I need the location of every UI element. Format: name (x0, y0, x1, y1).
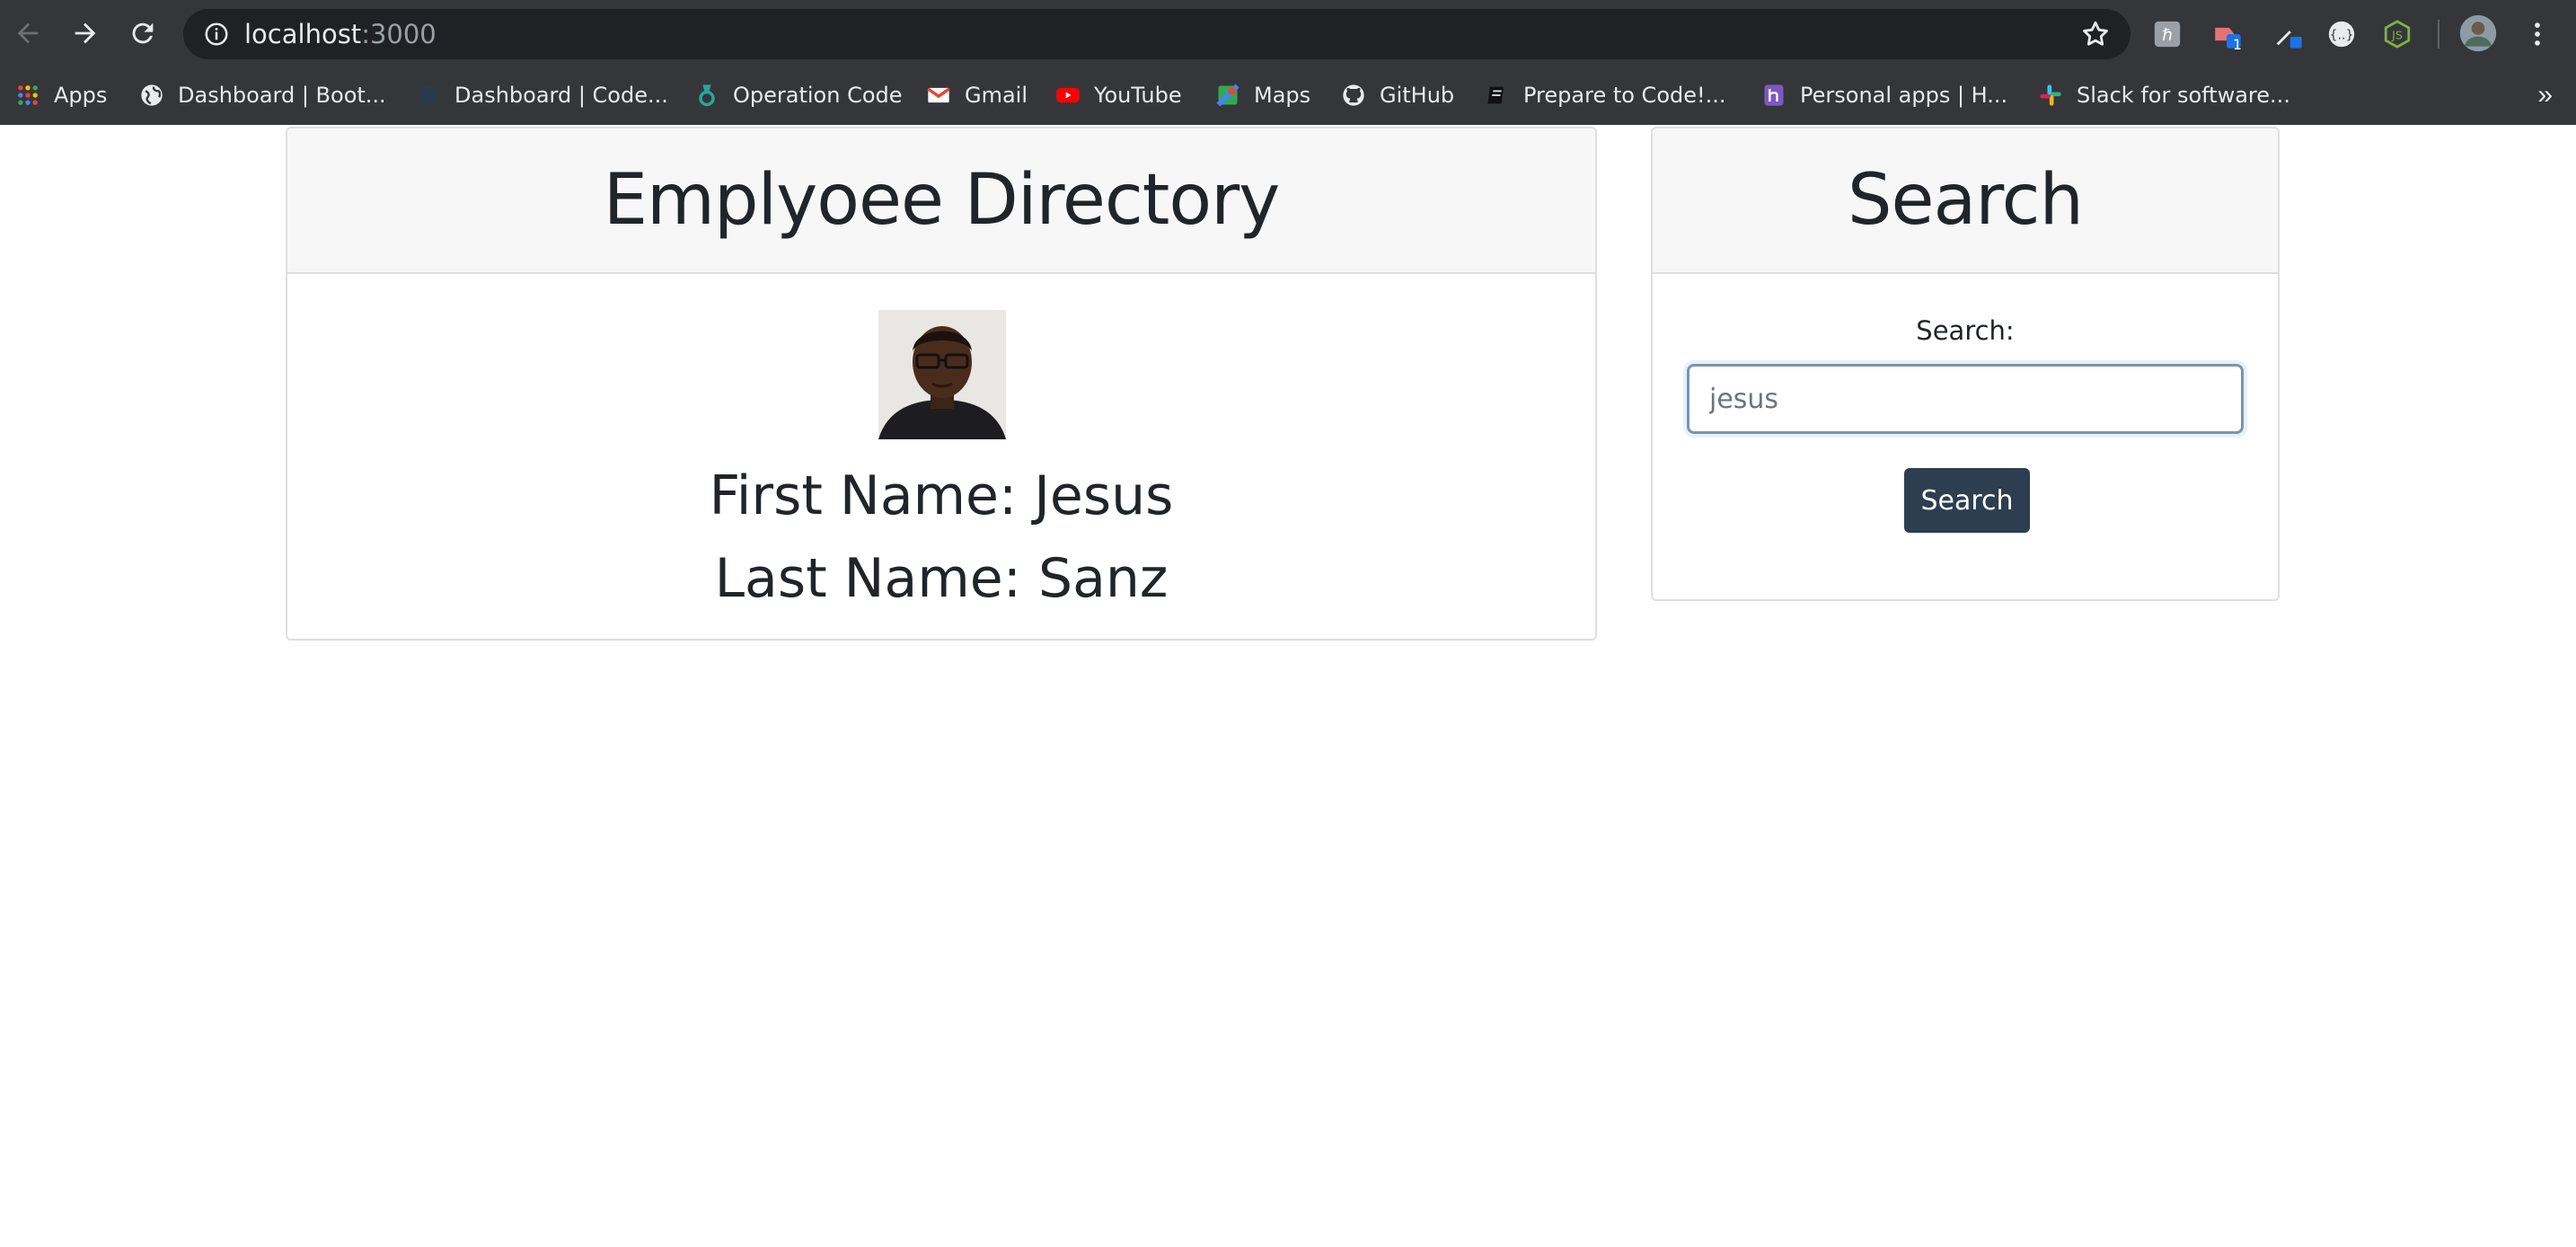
arrow-left-icon (17, 22, 39, 44)
bookmark-operation-code[interactable]: Operation Code (693, 75, 903, 115)
employee-photo (878, 310, 1006, 439)
arrow-right-icon (75, 22, 96, 44)
extension-hash-icon[interactable]: ℏ (2150, 17, 2184, 51)
bookmark-star-icon[interactable] (2080, 19, 2111, 49)
chrome-menu-icon[interactable] (2520, 17, 2554, 51)
extension-badge-count: 1 (2232, 36, 2242, 53)
search-button[interactable]: Search (1904, 468, 2030, 533)
youtube-icon (1054, 82, 1081, 109)
extension-eyedropper-icon[interactable] (2271, 17, 2305, 51)
nodejs-extension-icon[interactable]: JS (2380, 17, 2414, 51)
bookmark-dashboard-code[interactable]: Dashboard | Code... (415, 75, 668, 115)
svg-text:JS: JS (2391, 30, 2403, 43)
bookmark-dashboard-boot[interactable]: Dashboard | Boot... (138, 75, 386, 115)
gmail-icon (925, 82, 952, 109)
toolbar-divider (2438, 20, 2439, 49)
search-input[interactable] (1687, 364, 2244, 434)
search-label: Search: (1916, 315, 2015, 346)
address-bar[interactable]: localhost:3000 (183, 9, 2130, 59)
extension-circle-icon[interactable]: {..} (2325, 17, 2359, 51)
more-bookmarks-button[interactable]: » (2537, 75, 2553, 115)
bookmark-label: Dashboard | Code... (454, 83, 668, 108)
search-card: Search Search: Search (1651, 127, 2280, 601)
url-text: localhost:3000 (244, 19, 437, 49)
employee-first-name: First Name: Jesus (709, 464, 1174, 527)
bookmark-label: Personal apps | H... (1800, 83, 2008, 108)
browser-chrome: localhost:3000 ℏ 1 {..} JS Apps Dashboar… (0, 0, 2576, 125)
employee-directory-card: Emplyoee Directory First Name: Jesus Las… (286, 127, 1597, 641)
svg-text:{..}: {..} (2329, 29, 2353, 43)
bookmarks-bar: Apps Dashboard | Boot... Dashboard | Cod… (0, 75, 2576, 115)
search-title: Search (1848, 160, 2084, 241)
bookmark-label: Dashboard | Boot... (178, 83, 386, 108)
bookmark-youtube[interactable]: YouTube (1054, 75, 1182, 115)
bookmark-label: Prepare to Code!... (1523, 83, 1726, 108)
heroku-icon (1760, 82, 1787, 109)
github-icon (1340, 82, 1367, 109)
bookmark-slack[interactable]: Slack for software... (2037, 75, 2290, 115)
bookmark-maps[interactable]: Maps (1214, 75, 1310, 115)
bookmark-personal-apps[interactable]: Personal apps | H... (1760, 75, 2007, 115)
reload-button[interactable] (122, 13, 163, 54)
bookmark-apps[interactable]: Apps (14, 75, 107, 115)
globe-icon (138, 82, 165, 109)
browser-toolbar: localhost:3000 ℏ 1 {..} JS (0, 0, 2576, 68)
slack-icon (2037, 82, 2064, 109)
directory-card-header: Emplyoee Directory (287, 128, 1595, 274)
bookmark-github[interactable]: GitHub (1340, 75, 1454, 115)
info-icon[interactable] (203, 21, 230, 48)
apps-grid-icon (14, 82, 41, 109)
bookmark-label: GitHub (1380, 83, 1455, 108)
operation-code-icon (693, 82, 720, 109)
bookmark-label: Apps (54, 83, 108, 108)
back-button[interactable] (7, 13, 49, 54)
bookmark-prepare-to-code[interactable]: Prepare to Code!... (1484, 75, 1726, 115)
bookmark-label: Gmail (965, 83, 1028, 108)
forward-button[interactable] (65, 13, 106, 54)
bookmark-label: Slack for software... (2077, 83, 2290, 108)
extension-badge-icon[interactable]: 1 (2210, 17, 2244, 53)
profile-avatar-icon[interactable] (2457, 13, 2499, 54)
maps-icon (1214, 82, 1241, 109)
svg-text:ℏ: ℏ (2162, 26, 2173, 45)
employee-last-name: Last Name: Sanz (714, 547, 1169, 610)
search-card-header: Search (1653, 128, 2278, 274)
bookmark-label: Operation Code (733, 83, 903, 108)
bookmark-label: Maps (1254, 83, 1311, 108)
directory-title: Emplyoee Directory (603, 160, 1281, 241)
bookmark-gmail[interactable]: Gmail (925, 75, 1028, 115)
bookmark-label: YouTube (1094, 83, 1182, 108)
book-icon (1484, 82, 1511, 109)
page-icon (415, 82, 442, 109)
reload-icon (132, 22, 154, 44)
